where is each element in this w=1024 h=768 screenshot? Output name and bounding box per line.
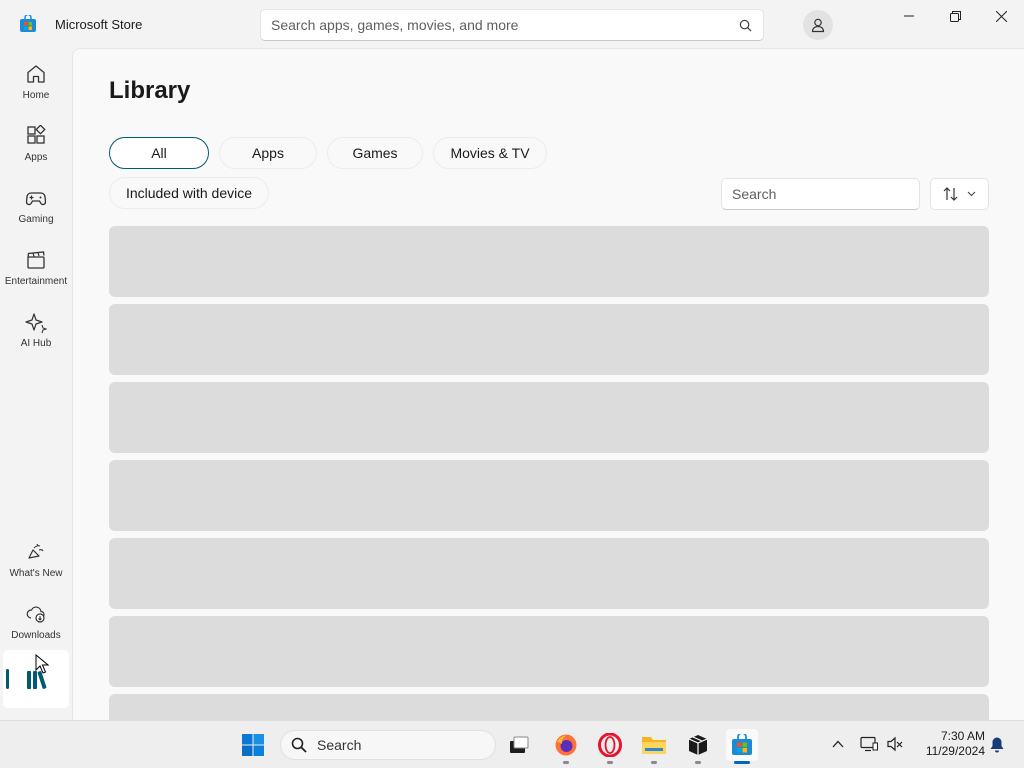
loading-placeholder-row	[109, 694, 989, 720]
sort-button[interactable]	[930, 178, 989, 210]
sidebar-item-entertainment[interactable]: Entertainment	[0, 238, 72, 296]
gamepad-icon	[24, 186, 48, 210]
taskbar-firefox[interactable]	[550, 729, 582, 764]
sort-icon	[943, 187, 958, 201]
network-icon	[860, 736, 878, 752]
sidebar-item-gaming[interactable]: Gaming	[0, 176, 72, 234]
opera-icon	[598, 733, 622, 757]
app-title: Microsoft Store	[55, 17, 143, 32]
running-indicator	[607, 761, 613, 764]
cloud-download-icon	[24, 602, 48, 626]
sidebar-item-home[interactable]: Home	[0, 52, 72, 110]
sidebar-item-label: AI Hub	[20, 338, 52, 349]
account-avatar-button[interactable]	[803, 10, 833, 40]
loading-placeholder-row	[109, 538, 989, 609]
clock-date: 11/29/2024	[925, 744, 985, 758]
sidebar-item-whats-new[interactable]: What's New	[0, 530, 72, 588]
library-search-input[interactable]	[732, 186, 913, 202]
clock[interactable]: 7:30 AM 11/29/2024	[915, 729, 985, 759]
bell-icon	[990, 737, 1004, 752]
loading-placeholder-row	[109, 304, 989, 375]
page-title: Library	[109, 77, 191, 104]
sidebar-item-label: Downloads	[11, 630, 61, 641]
firefox-icon	[555, 734, 577, 756]
sidebar-item-label: Entertainment	[4, 276, 68, 287]
loading-placeholder-row	[109, 460, 989, 531]
taskbar-package-app[interactable]	[682, 729, 714, 764]
filter-movies-tv[interactable]: Movies & TV	[433, 137, 547, 169]
sidebar-item-label: Home	[22, 90, 50, 101]
sidebar-item-apps[interactable]: Apps	[0, 114, 72, 172]
filter-apps[interactable]: Apps	[219, 137, 317, 169]
sidebar-item-label: Gaming	[18, 214, 54, 225]
title-bar: Microsoft Store	[0, 0, 1024, 48]
close-button[interactable]	[978, 0, 1024, 32]
taskbar-microsoft-store[interactable]	[726, 729, 758, 764]
task-view-button[interactable]	[503, 729, 535, 761]
apps-icon	[24, 124, 48, 148]
filter-games[interactable]: Games	[327, 137, 423, 169]
taskbar-opera[interactable]	[594, 729, 626, 764]
network-status-button[interactable]	[858, 733, 880, 755]
running-indicator	[695, 761, 701, 764]
filter-included-with-device[interactable]: Included with device	[109, 177, 269, 209]
search-icon[interactable]	[737, 17, 753, 33]
restore-button[interactable]	[932, 0, 978, 32]
package-icon	[688, 735, 708, 755]
megaphone-icon	[24, 540, 48, 564]
loading-placeholder-row	[109, 226, 989, 297]
chevron-up-icon	[832, 740, 844, 748]
speaker-muted-icon	[887, 736, 903, 752]
taskbar-search[interactable]: Search	[280, 730, 496, 760]
person-icon	[811, 18, 825, 33]
task-view-icon	[510, 736, 529, 753]
start-button[interactable]	[237, 729, 269, 761]
global-search-box[interactable]	[260, 9, 764, 41]
library-page: Library All Apps Games Movies & TV Inclu…	[72, 48, 1024, 720]
library-search-box[interactable]	[721, 178, 920, 210]
minimize-button[interactable]	[886, 0, 932, 32]
restore-icon	[949, 10, 961, 22]
running-indicator	[651, 761, 657, 764]
active-indicator	[6, 669, 9, 689]
minimize-icon	[904, 15, 914, 17]
loading-placeholder-row	[109, 616, 989, 687]
active-app-indicator	[734, 761, 750, 764]
folder-icon	[642, 737, 666, 754]
notifications-button[interactable]	[986, 733, 1008, 755]
volume-button[interactable]	[884, 733, 906, 755]
clapperboard-icon	[24, 248, 48, 272]
sidebar-item-label: What's New	[9, 568, 63, 579]
sidebar-item-label: Apps	[24, 152, 48, 163]
home-icon	[24, 62, 48, 86]
microsoft-store-icon	[732, 734, 752, 755]
show-hidden-icons-button[interactable]	[827, 733, 849, 755]
filter-all[interactable]: All	[109, 137, 209, 169]
chevron-down-icon	[967, 191, 976, 197]
sidebar-item-downloads[interactable]: Downloads	[0, 592, 72, 650]
microsoft-store-logo-icon	[20, 15, 36, 32]
global-search-input[interactable]	[271, 17, 737, 33]
sparkle-icon	[24, 310, 48, 334]
windows-logo-icon	[242, 734, 264, 756]
sidebar-nav: Home Apps Gaming Entertainment AI Hub Wh…	[0, 48, 72, 720]
sidebar-item-ai-hub[interactable]: AI Hub	[0, 300, 72, 358]
mouse-cursor-icon	[35, 654, 49, 674]
taskbar-search-label: Search	[317, 737, 362, 753]
loading-placeholder-row	[109, 382, 989, 453]
close-icon	[995, 10, 1007, 22]
taskbar-file-explorer[interactable]	[638, 729, 670, 764]
running-indicator	[563, 761, 569, 764]
search-icon	[291, 737, 307, 753]
taskbar: Search 7:30 AM 11/29/2024	[0, 720, 1024, 768]
clock-time: 7:30 AM	[940, 729, 985, 743]
